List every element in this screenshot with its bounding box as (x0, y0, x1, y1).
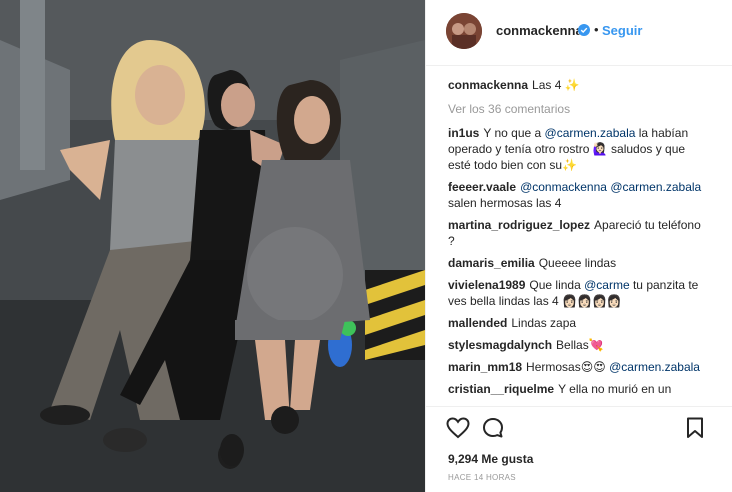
comment-item: damaris_emilia Queeee lindas (448, 255, 708, 271)
comment-item: marin_mm18 Hermosas😍😍 @carmen.zabala (448, 359, 708, 375)
comment-mention[interactable]: @carmen.zabala (610, 180, 701, 194)
follow-button[interactable]: Seguir (602, 23, 642, 38)
post-photo[interactable] (0, 0, 425, 492)
comment-username[interactable]: feeeer.vaale (448, 180, 516, 194)
heart-icon[interactable] (446, 417, 470, 439)
comment-mention[interactable]: @conmackenna (520, 180, 607, 194)
instagram-post: conmackenna • Seguir conmackenna Las 4 ✨ … (0, 0, 732, 492)
comment-text: Que linda (529, 278, 585, 292)
comment-username[interactable]: damaris_emilia (448, 256, 535, 270)
caption-text: Las 4 ✨ (532, 78, 580, 92)
header-username[interactable]: conmackenna (496, 23, 583, 38)
comment-text: Y no que a (483, 126, 545, 140)
comment-username[interactable]: in1us (448, 126, 479, 140)
comment-item: mallended Lindas zapa (448, 315, 708, 331)
comment-text: Queeee lindas (538, 256, 617, 270)
comments-list: conmackenna Las 4 ✨ Ver los 36 comentario… (448, 77, 708, 403)
bookmark-icon[interactable] (686, 417, 704, 439)
comment-text: Lindas zapa (511, 316, 577, 330)
comment-text: Bellas💘 (556, 338, 604, 352)
striped-post (365, 270, 425, 360)
comment-item: cristian__riquelme Y ella no murió en un (448, 381, 708, 397)
comment-text: salen hermosas las 4 (448, 196, 562, 210)
comment-username[interactable]: stylesmagdalynch (448, 338, 552, 352)
comment-item: vivielena1989 Que linda @carme tu panzita… (448, 277, 708, 309)
post-header: conmackenna • Seguir (426, 0, 732, 66)
avatar-image (446, 13, 482, 49)
header-separator: • (594, 22, 599, 37)
comment-mention[interactable]: @carmen.zabala (609, 360, 700, 374)
comment-item: in1us Y no que a @carmen.zabala la habían… (448, 125, 708, 173)
comment-mention[interactable]: @carmen.zabala (545, 126, 636, 140)
caption: conmackenna Las 4 ✨ (448, 77, 708, 93)
comment-username[interactable]: cristian__riquelme (448, 382, 554, 396)
post-actions: 9,294 Me gusta HACE 14 HORAS (426, 406, 732, 492)
photo-illustration (0, 0, 425, 492)
caption-username[interactable]: conmackenna (448, 78, 528, 92)
comment-icon[interactable] (482, 417, 504, 439)
comment-username[interactable]: vivielena1989 (448, 278, 525, 292)
comment-text: Y ella no murió en un (558, 382, 672, 396)
view-all-comments-link[interactable]: Ver los 36 comentarios (448, 101, 708, 117)
verified-badge-icon (578, 24, 590, 36)
likes-count[interactable]: 9,294 Me gusta (448, 452, 533, 466)
comment-text: Hermosas😍😍 (526, 360, 610, 374)
comment-item: stylesmagdalynch Bellas💘 (448, 337, 708, 353)
comment-mention[interactable]: @carme (584, 278, 630, 292)
post-side-panel: conmackenna • Seguir conmackenna Las 4 ✨ … (425, 0, 732, 492)
comment-username[interactable]: marin_mm18 (448, 360, 522, 374)
post-timestamp: HACE 14 HORAS (448, 473, 516, 482)
comment-username[interactable]: mallended (448, 316, 507, 330)
comment-item: martina_rodriguez_lopez Apareció tu teléf… (448, 217, 708, 249)
avatar[interactable] (446, 13, 482, 49)
comment-item: feeeer.vaale @conmackenna @carmen.zabala … (448, 179, 708, 211)
comment-container: in1us Y no que a @carmen.zabala la habían… (448, 125, 708, 397)
comment-username[interactable]: martina_rodriguez_lopez (448, 218, 590, 232)
